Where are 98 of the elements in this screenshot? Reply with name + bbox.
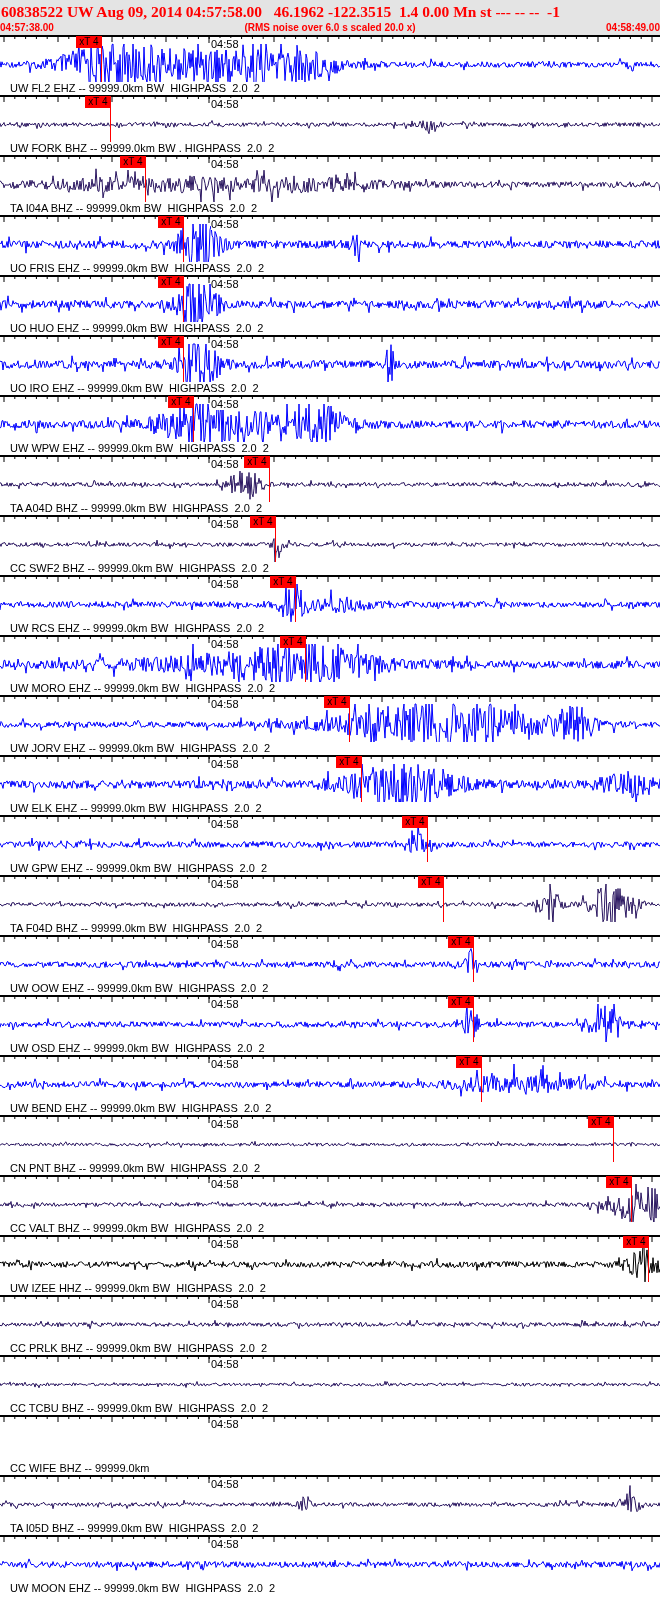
- pick-marker: xT 4: [456, 1056, 482, 1068]
- pick-marker: xT 4: [76, 36, 102, 48]
- pick-marker: xT 4: [250, 516, 276, 528]
- time-label: 04:58: [211, 98, 239, 110]
- pick-line: [101, 48, 102, 82]
- pick-line: [349, 708, 350, 742]
- noise-note: (RMS noise over 6.0 s scaled 20.0 x): [244, 21, 416, 34]
- station-label: UW JORV EHZ -- 99999.0km BW HIGHPASS 2.0 2: [9, 742, 270, 755]
- time-label: 04:58: [211, 1358, 239, 1370]
- time-label: 04:58: [211, 1538, 239, 1550]
- station-label: UW MORO EHZ -- 99999.0km BW HIGHPASS 2.0 2: [9, 682, 276, 695]
- station-label: UW OSD EHZ -- 99999.0km BW HIGHPASS 2.0 2: [9, 1042, 265, 1055]
- station-label: TA F04D BHZ -- 99999.0km BW HIGHPASS 2.0 2: [9, 922, 263, 935]
- time-label: 04:58: [211, 1478, 239, 1490]
- station-label: UO HUO EHZ -- 99999.0km BW HIGHPASS 2.0 2: [9, 322, 264, 335]
- station-label: UW IZEE HHZ -- 99999.0km BW HIGHPASS 2.0 2: [9, 1282, 266, 1295]
- pick-marker: xT 4: [623, 1236, 649, 1248]
- time-label: 04:58: [211, 518, 239, 530]
- pick-line: [613, 1128, 614, 1162]
- station-label: UO IRO EHZ -- 99999.0km BW HIGHPASS 2.0 2: [9, 382, 259, 395]
- pick-line: [183, 288, 184, 322]
- time-label: 04:58: [211, 638, 239, 650]
- station-label: UW FORK BHZ -- 99999.0km BW . HIGHPASS 2.0 2: [9, 142, 275, 155]
- station-label: TA I04A BHZ -- 99999.0km BW HIGHPASS 2.0 2: [9, 202, 258, 215]
- pick-line: [481, 1068, 482, 1102]
- pick-line: [473, 948, 474, 982]
- time-label: 04:58: [211, 1178, 239, 1190]
- station-label: TA I05D BHZ -- 99999.0km BW HIGHPASS 2.0 2: [9, 1522, 259, 1535]
- pick-line: [275, 528, 276, 562]
- pick-line: [183, 348, 184, 382]
- station-label: CC WIFE BHZ -- 99999.0km: [9, 1462, 150, 1475]
- time-label: 04:58: [211, 218, 239, 230]
- station-label: TA A04D BHZ -- 99999.0km BW HIGHPASS 2.0 2: [9, 502, 263, 515]
- pick-marker: xT 4: [606, 1176, 632, 1188]
- time-label: 04:58: [211, 458, 239, 470]
- station-label: UW OOW EHZ -- 99999.0km BW HIGHPASS 2.0 2: [9, 982, 269, 995]
- station-label: CC VALT BHZ -- 99999.0km BW HIGHPASS 2.0 2: [9, 1222, 265, 1235]
- station-label: UW MOON EHZ -- 99999.0km BW HIGHPASS 2.0 2: [9, 1582, 276, 1595]
- time-label: 04:58: [211, 878, 239, 890]
- time-label: 04:58: [211, 38, 239, 50]
- pick-marker: xT 4: [402, 816, 428, 828]
- pick-marker: xT 4: [158, 336, 184, 348]
- time-label: 04:58: [211, 398, 239, 410]
- station-label: UW GPW EHZ -- 99999.0km BW HIGHPASS 2.0 2: [9, 862, 268, 875]
- pick-marker: xT 4: [448, 936, 474, 948]
- time-label: 04:58: [211, 1058, 239, 1070]
- time-label: 04:58: [211, 818, 239, 830]
- pick-line: [145, 168, 146, 202]
- station-label: UW BEND EHZ -- 99999.0km BW HIGHPASS 2.0 2: [9, 1102, 272, 1115]
- time-label: 04:58: [211, 1418, 239, 1430]
- pick-marker: xT 4: [168, 396, 194, 408]
- pick-marker: xT 4: [158, 216, 184, 228]
- pick-line: [183, 228, 184, 262]
- station-label: UW RCS EHZ -- 99999.0km BW HIGHPASS 2.0 2: [9, 622, 265, 635]
- pick-marker: xT 4: [324, 696, 350, 708]
- pick-line: [443, 888, 444, 922]
- time-label: 04:58: [211, 1118, 239, 1130]
- time-label: 04:58: [211, 758, 239, 770]
- time-label: 04:58: [211, 998, 239, 1010]
- event-title: 60838522 UW Aug 09, 2014 04:57:58.00 46.1962 -122.3515 1.4 0.00 Mn st --- -- -- -1: [0, 2, 561, 21]
- pick-marker: xT 4: [85, 96, 111, 108]
- pick-line: [427, 828, 428, 862]
- station-label: CC TCBU BHZ -- 99999.0km BW HIGHPASS 2.0 2: [9, 1402, 269, 1415]
- station-label: UW ELK EHZ -- 99999.0km BW HIGHPASS 2.0 2: [9, 802, 262, 815]
- station-label: CN PNT BHZ -- 99999.0km BW HIGHPASS 2.0 2: [9, 1162, 261, 1175]
- pick-marker: xT 4: [588, 1116, 614, 1128]
- time-label: 04:58: [211, 278, 239, 290]
- pick-line: [305, 648, 306, 682]
- time-label: 04:58: [211, 1238, 239, 1250]
- pick-marker: xT 4: [120, 156, 146, 168]
- pick-marker: xT 4: [244, 456, 270, 468]
- time-label: 04:58: [211, 938, 239, 950]
- station-label: UW WPW EHZ -- 99999.0km BW HIGHPASS 2.0 2: [9, 442, 269, 455]
- time-label: 04:58: [211, 1298, 239, 1310]
- time-label: 04:58: [211, 338, 239, 350]
- station-label: CC PRLK BHZ -- 99999.0km BW HIGHPASS 2.0 2: [9, 1342, 268, 1355]
- time-label: 04:58: [211, 578, 239, 590]
- pick-line: [295, 588, 296, 622]
- pick-line: [193, 408, 194, 442]
- pick-marker: xT 4: [448, 996, 474, 1008]
- pick-marker: xT 4: [158, 276, 184, 288]
- pick-marker: xT 4: [336, 756, 362, 768]
- pick-line: [631, 1188, 632, 1222]
- pick-line: [648, 1248, 649, 1282]
- station-label: UW FL2 EHZ -- 99999.0km BW HIGHPASS 2.0 2: [9, 82, 260, 95]
- end-time: 04:58:49.00: [606, 21, 660, 34]
- start-time: 04:57:38.00: [0, 21, 54, 34]
- pick-line: [473, 1008, 474, 1042]
- time-label: 04:58: [211, 158, 239, 170]
- time-label: 04:58: [211, 698, 239, 710]
- station-label: CC SWF2 BHZ -- 99999.0km BW HIGHPASS 2.0 2: [9, 562, 269, 575]
- pick-marker: xT 4: [270, 576, 296, 588]
- pick-line: [269, 468, 270, 502]
- pick-marker: xT 4: [418, 876, 444, 888]
- pick-line: [361, 768, 362, 802]
- pick-line: [110, 108, 111, 142]
- station-label: UO FRIS EHZ -- 99999.0km BW HIGHPASS 2.0 2: [9, 262, 265, 275]
- pick-marker: xT 4: [280, 636, 306, 648]
